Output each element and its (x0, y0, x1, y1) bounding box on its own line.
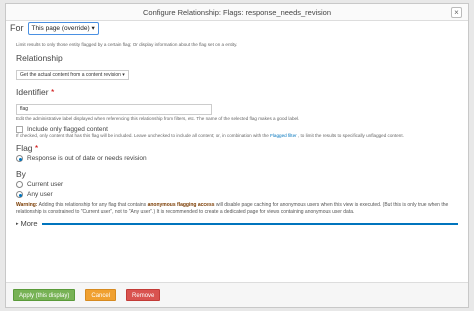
chevron-down-icon: ▾ (122, 72, 125, 78)
identifier-label-text: Identifier (16, 87, 49, 97)
anonymous-warning: Warning: Adding this relationship for an… (16, 202, 458, 216)
by-heading: By (16, 169, 26, 179)
dialog-title: Configure Relationship: Flags: response_… (142, 8, 332, 17)
by-option-current-user[interactable]: Current user (16, 181, 458, 188)
identifier-label: Identifier * (16, 87, 458, 97)
for-label: For (10, 23, 24, 33)
include-flagged-help-prefix: If checked, only content that has this f… (16, 133, 269, 138)
flag-heading: Flag * (16, 143, 458, 153)
any-user-label: Any user (27, 191, 53, 198)
flagged-filter-link[interactable]: Flagged filter (270, 133, 297, 138)
warning-text-before: Adding this relationship for any flag th… (37, 202, 148, 208)
chevron-down-icon: ▾ (91, 24, 95, 32)
apply-button[interactable]: Apply (this display) (13, 289, 76, 301)
include-flagged-label: Include only flagged content (27, 126, 108, 133)
warning-label: Warning: (16, 202, 38, 208)
more-label: More (20, 219, 38, 228)
flag-heading-text: Flag (16, 143, 33, 153)
by-option-any-user[interactable]: Any user (16, 191, 458, 198)
flag-option-radio[interactable] (16, 155, 23, 162)
flag-option-label: Response is out of date or needs revisio… (27, 155, 147, 162)
relationship-select[interactable]: Get the actual content from a content re… (16, 70, 129, 80)
any-user-radio[interactable] (16, 191, 23, 198)
expand-arrow-icon: ▸ (16, 220, 19, 227)
configure-relationship-dialog: Configure Relationship: Flags: response_… (5, 3, 469, 308)
for-display-select[interactable]: This page (override) ▾ (27, 21, 99, 35)
include-flagged-help: If checked, only content that has this f… (16, 133, 458, 139)
remove-button[interactable]: Remove (126, 289, 161, 301)
identifier-help-text: Edit the administrative label displayed … (16, 116, 300, 121)
dialog-content: Limit results to only those entity flagg… (16, 42, 458, 228)
flag-option-row[interactable]: Response is out of date or needs revisio… (16, 155, 458, 162)
include-flagged-row[interactable]: Include only flagged content (16, 126, 458, 133)
include-flagged-checkbox[interactable] (16, 126, 23, 133)
relationship-select-value: Get the actual content from a content re… (20, 72, 121, 78)
more-toggle[interactable]: ▸ More (16, 219, 458, 228)
for-display-select-value: This page (override) (31, 24, 90, 32)
current-user-label: Current user (27, 181, 64, 188)
dialog-titlebar: Configure Relationship: Flags: response_… (6, 4, 468, 21)
include-flagged-help-suffix: , to limit the results to specifically u… (297, 133, 404, 138)
close-icon[interactable]: × (451, 7, 462, 18)
for-row: For This page (override) ▾ (10, 20, 99, 36)
cancel-button[interactable]: Cancel (85, 289, 117, 301)
identifier-input[interactable] (16, 103, 212, 115)
relationship-heading: Relationship (16, 53, 63, 63)
dialog-footer: Apply (this display) Cancel Remove (6, 282, 468, 307)
warning-bold-text: anonymous flagging access (147, 202, 215, 208)
more-divider (41, 222, 458, 225)
intro-help-text: Limit results to only those entity flagg… (16, 42, 238, 47)
current-user-radio[interactable] (16, 181, 23, 188)
identifier-required-mark: * (50, 87, 55, 97)
flag-required-mark: * (34, 143, 39, 153)
